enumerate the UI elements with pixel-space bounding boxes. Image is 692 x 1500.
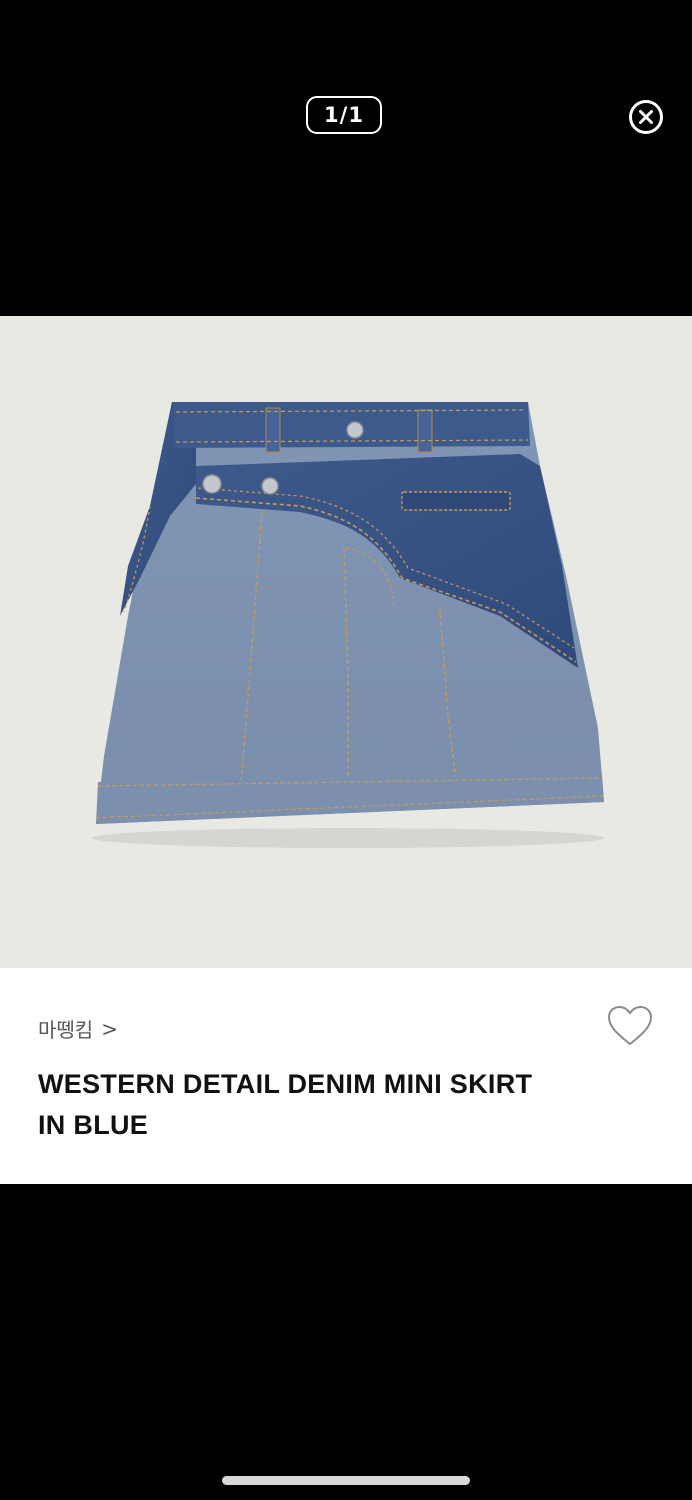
product-title-line-2: IN BLUE bbox=[38, 1110, 149, 1140]
home-indicator[interactable] bbox=[222, 1476, 470, 1485]
denim-skirt-illustration bbox=[92, 402, 605, 848]
image-counter: 1/1 bbox=[306, 96, 382, 134]
product-title-line-1: WESTERN DETAIL DENIM MINI SKIRT bbox=[38, 1069, 533, 1099]
brand-name: 마뗑킴 bbox=[38, 1018, 94, 1042]
heart-outline-icon bbox=[607, 1005, 653, 1046]
product-title: WESTERN DETAIL DENIM MINI SKIRT IN BLUE bbox=[38, 1064, 598, 1146]
wishlist-button[interactable] bbox=[606, 1004, 654, 1048]
image-viewer-screen: 1/1 마뗑킴 > WESTERN DETAIL DENIM MINI SKIR… bbox=[0, 0, 692, 1500]
product-image[interactable] bbox=[0, 316, 692, 968]
close-circle-icon bbox=[629, 100, 663, 134]
close-button[interactable] bbox=[628, 99, 664, 135]
image-counter-text: 1/1 bbox=[324, 103, 364, 127]
chevron-right-icon: > bbox=[101, 1016, 118, 1041]
brand-link[interactable]: 마뗑킴 > bbox=[38, 1014, 118, 1043]
